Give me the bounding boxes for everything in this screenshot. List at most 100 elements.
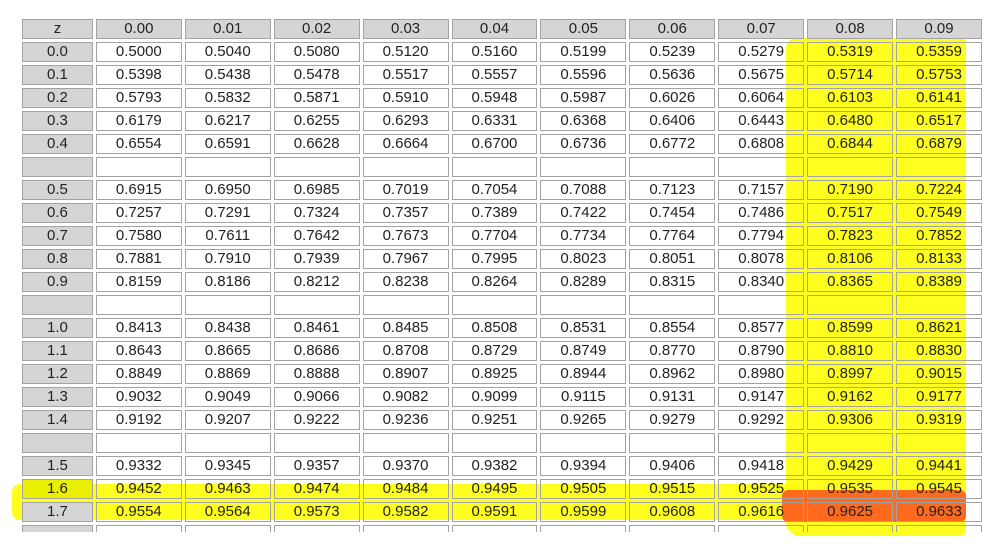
probability-cell: 0.8810 bbox=[807, 341, 894, 361]
probability-cell: 0.9032 bbox=[95, 387, 182, 407]
probability-cell: 0.5438 bbox=[184, 65, 271, 85]
table-row: 1.6 0.9452 0.9463 0.9474 0.9484 0.9495 0.9505 0… bbox=[22, 479, 982, 499]
probability-cell: 0.7995 bbox=[451, 249, 538, 269]
probability-cell: 0.8925 bbox=[451, 364, 538, 384]
blank-cell bbox=[896, 433, 982, 453]
blank-cell bbox=[896, 295, 982, 315]
probability-cell: 0.5753 bbox=[896, 65, 982, 85]
blank-cell bbox=[362, 157, 449, 177]
probability-cell: 0.8389 bbox=[896, 272, 982, 292]
probability-cell: 0.7967 bbox=[362, 249, 449, 269]
probability-cell: 0.8365 bbox=[807, 272, 894, 292]
probability-cell: 0.7823 bbox=[807, 226, 894, 246]
probability-cell: 0.8830 bbox=[896, 341, 982, 361]
probability-cell: 0.8665 bbox=[184, 341, 271, 361]
probability-cell: 0.7794 bbox=[718, 226, 805, 246]
probability-cell: 0.8621 bbox=[896, 318, 982, 338]
table-row: 1.0 0.8413 0.8438 0.8461 0.8485 0.8508 0.8531 0… bbox=[22, 318, 982, 338]
probability-cell: 0.5359 bbox=[896, 42, 982, 62]
probability-cell: 0.5793 bbox=[95, 88, 182, 108]
probability-cell: 0.5987 bbox=[540, 88, 627, 108]
blank-cell bbox=[540, 433, 627, 453]
cut-off-cell bbox=[896, 525, 982, 532]
probability-cell: 0.6736 bbox=[540, 134, 627, 154]
blank-cell bbox=[540, 295, 627, 315]
probability-cell: 0.9082 bbox=[362, 387, 449, 407]
probability-cell: 0.5040 bbox=[184, 42, 271, 62]
probability-cell: 0.9345 bbox=[184, 456, 271, 476]
cut-off-cell bbox=[95, 525, 182, 532]
probability-cell: 0.6026 bbox=[629, 88, 716, 108]
probability-cell: 0.7422 bbox=[540, 203, 627, 223]
probability-cell: 0.9236 bbox=[362, 410, 449, 430]
table-row: 1.4 0.9192 0.9207 0.9222 0.9236 0.9251 0.9265 0… bbox=[22, 410, 982, 430]
probability-cell: 0.9251 bbox=[451, 410, 538, 430]
probability-cell: 0.9162 bbox=[807, 387, 894, 407]
probability-cell: 0.6808 bbox=[718, 134, 805, 154]
row-z-label: 1.7 bbox=[22, 502, 93, 522]
probability-cell: 0.9591 bbox=[451, 502, 538, 522]
row-z-label: 0.3 bbox=[22, 111, 93, 131]
blank-cell bbox=[22, 295, 93, 315]
probability-cell: 0.5517 bbox=[362, 65, 449, 85]
probability-cell: 0.7642 bbox=[273, 226, 360, 246]
cut-off-cell bbox=[184, 525, 271, 532]
probability-cell: 0.5675 bbox=[718, 65, 805, 85]
probability-cell: 0.5596 bbox=[540, 65, 627, 85]
cut-off-cell bbox=[718, 525, 805, 532]
header-col: 0.02 bbox=[273, 19, 360, 39]
probability-cell: 0.5832 bbox=[184, 88, 271, 108]
probability-cell: 0.8413 bbox=[95, 318, 182, 338]
probability-cell: 0.6591 bbox=[184, 134, 271, 154]
blank-cell bbox=[22, 433, 93, 453]
row-z-label: 0.0 bbox=[22, 42, 93, 62]
probability-cell: 0.9633 bbox=[896, 502, 982, 522]
probability-cell: 0.7704 bbox=[451, 226, 538, 246]
blank-cell bbox=[273, 433, 360, 453]
probability-cell: 0.8531 bbox=[540, 318, 627, 338]
row-z-label: 1.1 bbox=[22, 341, 93, 361]
probability-cell: 0.7123 bbox=[629, 180, 716, 200]
probability-cell: 0.7224 bbox=[896, 180, 982, 200]
probability-cell: 0.6915 bbox=[95, 180, 182, 200]
probability-cell: 0.8729 bbox=[451, 341, 538, 361]
table-row: 0.3 0.6179 0.6217 0.6255 0.6293 0.6331 0.6368 0… bbox=[22, 111, 982, 131]
header-col: 0.01 bbox=[184, 19, 271, 39]
table-row: 1.3 0.9032 0.9049 0.9066 0.9082 0.9099 0.9115 0… bbox=[22, 387, 982, 407]
probability-cell: 0.7910 bbox=[184, 249, 271, 269]
probability-cell: 0.9484 bbox=[362, 479, 449, 499]
spacer-row bbox=[22, 433, 982, 453]
cut-off-cell bbox=[807, 525, 894, 532]
probability-cell: 0.7486 bbox=[718, 203, 805, 223]
row-z-label: 0.1 bbox=[22, 65, 93, 85]
probability-cell: 0.7611 bbox=[184, 226, 271, 246]
spacer-row bbox=[22, 157, 982, 177]
header-col: 0.07 bbox=[718, 19, 805, 39]
blank-cell bbox=[451, 433, 538, 453]
probability-cell: 0.9525 bbox=[718, 479, 805, 499]
z-table-body: 0.0 0.5000 0.5040 0.5080 0.5120 0.5160 0.5199 0… bbox=[22, 42, 982, 532]
probability-cell: 0.6628 bbox=[273, 134, 360, 154]
header-z: z bbox=[22, 19, 93, 39]
probability-cell: 0.9582 bbox=[362, 502, 449, 522]
probability-cell: 0.8186 bbox=[184, 272, 271, 292]
header-col: 0.09 bbox=[896, 19, 982, 39]
table-row: 1.2 0.8849 0.8869 0.8888 0.8907 0.8925 0.8944 0… bbox=[22, 364, 982, 384]
probability-cell: 0.7389 bbox=[451, 203, 538, 223]
probability-cell: 0.9292 bbox=[718, 410, 805, 430]
probability-cell: 0.9370 bbox=[362, 456, 449, 476]
blank-cell bbox=[451, 157, 538, 177]
blank-cell bbox=[629, 157, 716, 177]
cut-off-cell bbox=[540, 525, 627, 532]
probability-cell: 0.8133 bbox=[896, 249, 982, 269]
probability-cell: 0.8790 bbox=[718, 341, 805, 361]
probability-cell: 0.5319 bbox=[807, 42, 894, 62]
table-row: 0.2 0.5793 0.5832 0.5871 0.5910 0.5948 0.5987 0… bbox=[22, 88, 982, 108]
probability-cell: 0.8962 bbox=[629, 364, 716, 384]
probability-cell: 0.9382 bbox=[451, 456, 538, 476]
row-z-label: 0.2 bbox=[22, 88, 93, 108]
probability-cell: 0.8051 bbox=[629, 249, 716, 269]
probability-cell: 0.6517 bbox=[896, 111, 982, 131]
probability-cell: 0.8869 bbox=[184, 364, 271, 384]
probability-cell: 0.7357 bbox=[362, 203, 449, 223]
